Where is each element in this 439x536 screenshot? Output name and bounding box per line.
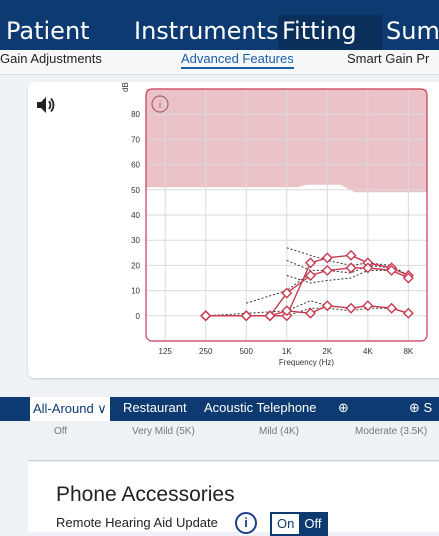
y-tick-label: 60 bbox=[131, 161, 140, 170]
gain-point-marker bbox=[321, 300, 333, 312]
gain-point-marker bbox=[240, 310, 252, 322]
toggle-off-option[interactable]: Off bbox=[299, 514, 327, 534]
gain-point-marker bbox=[386, 302, 398, 314]
program-tab-restaurant[interactable]: Restaurant bbox=[123, 400, 187, 415]
gain-point-marker bbox=[345, 302, 357, 314]
y-tick-label: 10 bbox=[131, 287, 140, 296]
remote-update-label: Remote Hearing Aid Update bbox=[56, 515, 218, 530]
y-tick-label: 40 bbox=[131, 211, 140, 220]
program-tabs: All-Around ∨ Restaurant Acoustic Telepho… bbox=[0, 397, 439, 421]
x-axis-label: Frequency (Hz) bbox=[279, 358, 334, 367]
add-program-second-icon[interactable]: ⊕ S bbox=[409, 400, 432, 416]
x-tick-label: 125 bbox=[159, 347, 173, 356]
x-tick-label: 4K bbox=[363, 347, 373, 356]
info-circle-icon-glyph: i bbox=[159, 100, 161, 111]
divider bbox=[28, 460, 439, 461]
remote-update-toggle[interactable]: On Off bbox=[270, 512, 329, 536]
add-program-icon[interactable]: ⊕ bbox=[338, 400, 349, 416]
x-tick-label: 1K bbox=[282, 347, 292, 356]
gain-point-marker bbox=[200, 310, 212, 322]
y-tick-label: 80 bbox=[131, 110, 140, 119]
y-tick-label: 0 bbox=[136, 312, 141, 321]
level-moderate[interactable]: Moderate (3.5K) bbox=[355, 426, 427, 437]
y-tick-label: 70 bbox=[131, 135, 140, 144]
gain-point-marker bbox=[402, 307, 414, 319]
y-tick-label: 20 bbox=[131, 261, 140, 270]
y-axis-label: dB bbox=[121, 82, 130, 92]
x-tick-label: 2K bbox=[322, 347, 332, 356]
y-tick-label: 50 bbox=[131, 186, 140, 195]
level-very-mild[interactable]: Very Mild (5K) bbox=[132, 426, 195, 437]
target-curve bbox=[246, 272, 311, 304]
x-tick-label: 500 bbox=[240, 347, 254, 356]
level-off[interactable]: Off bbox=[54, 426, 67, 437]
x-tick-label: 8K bbox=[403, 347, 413, 356]
gain-point-marker bbox=[321, 264, 333, 276]
gain-point-marker bbox=[345, 249, 357, 261]
x-tick-label: 250 bbox=[199, 347, 213, 356]
program-tab-acoustic-telephone[interactable]: Acoustic Telephone bbox=[204, 400, 317, 415]
gain-point-marker bbox=[305, 257, 316, 269]
level-scale: Off Very Mild (5K) Mild (4K) Moderate (3… bbox=[0, 421, 439, 443]
level-mild[interactable]: Mild (4K) bbox=[259, 426, 299, 437]
info-icon[interactable]: i bbox=[235, 512, 257, 534]
gain-point-marker bbox=[305, 307, 316, 319]
gain-frequency-chart: 0 10 20 30 40 50 60 70 80 125 250 500 1K 2K 4K 8K Freque… bbox=[121, 82, 428, 367]
toggle-on-option[interactable]: On bbox=[272, 514, 300, 534]
section-title: Phone Accessories bbox=[56, 483, 235, 506]
program-tab-all-around[interactable]: All-Around ∨ bbox=[30, 397, 110, 421]
y-tick-label: 30 bbox=[131, 236, 140, 245]
